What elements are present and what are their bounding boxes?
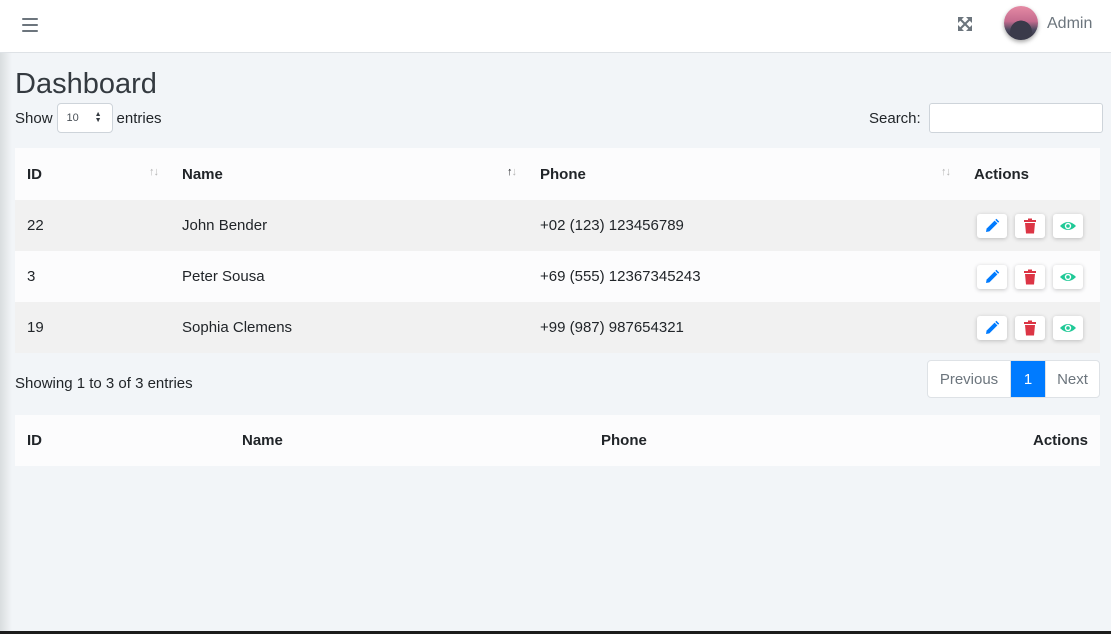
pencil-icon — [986, 269, 1000, 283]
cell-name: Peter Sousa — [182, 268, 265, 285]
sort-icon[interactable]: ↑↓ — [941, 166, 951, 178]
column-header-label: ID — [27, 165, 42, 183]
entries-label: entries — [116, 109, 162, 127]
column-header-label: Phone — [540, 165, 586, 183]
page-1-button[interactable]: 1 — [1011, 361, 1045, 397]
delete-button[interactable] — [1015, 264, 1045, 289]
edit-button[interactable] — [977, 264, 1007, 289]
edit-button[interactable] — [977, 315, 1007, 340]
column-header-id[interactable]: ID ↑↓ — [15, 148, 170, 200]
search-label: Search: — [869, 109, 921, 127]
view-button[interactable] — [1053, 264, 1083, 289]
edit-button[interactable] — [977, 213, 1007, 238]
show-label: Show — [15, 109, 53, 127]
column-header-label: Actions — [974, 165, 1030, 183]
view-button[interactable] — [1053, 213, 1083, 238]
sort-ascending-icon[interactable]: ↑↓ — [507, 166, 517, 178]
column-header-actions: Actions — [962, 148, 1100, 200]
select-arrows-icon: ▲ ▼ — [94, 111, 102, 124]
trash-icon — [1024, 218, 1036, 233]
table-row: 22 John Bender +02 (123) 123456789 — [15, 200, 1100, 251]
sidebar-shadow — [0, 53, 12, 634]
pencil-icon — [986, 320, 1000, 334]
expand-arrows-icon[interactable] — [956, 15, 974, 33]
cell-phone: +69 (555) 12367345243 — [540, 268, 701, 285]
secondary-table-header: ID Name Phone Actions — [15, 415, 1100, 466]
column-header-name[interactable]: Name ↑↓ — [170, 148, 528, 200]
column-header-phone[interactable]: Phone ↑↓ — [528, 148, 962, 200]
delete-button[interactable] — [1015, 213, 1045, 238]
table-info: Showing 1 to 3 of 3 entries — [15, 375, 193, 392]
entries-select-value: 10 — [66, 112, 79, 124]
column-header-phone: Phone — [601, 432, 647, 449]
eye-icon — [1060, 221, 1076, 230]
cell-id: 19 — [27, 319, 44, 336]
table-header-row: ID ↑↓ Name ↑↓ Phone ↑↓ Actions — [15, 148, 1100, 200]
column-header-actions: Actions — [1032, 432, 1088, 449]
next-page-button[interactable]: Next — [1045, 361, 1099, 397]
cell-actions — [962, 251, 1100, 302]
avatar[interactable] — [1004, 6, 1038, 40]
column-header-name: Name — [242, 432, 283, 449]
cell-name: John Bender — [182, 217, 268, 234]
cell-id: 3 — [27, 268, 36, 285]
trash-icon — [1024, 269, 1036, 284]
trash-icon — [1024, 320, 1036, 335]
column-header-label: Name — [182, 165, 223, 183]
sort-icon[interactable]: ↑↓ — [149, 166, 159, 178]
pencil-icon — [986, 218, 1000, 232]
cell-actions — [962, 200, 1100, 251]
previous-page-button[interactable]: Previous — [928, 361, 1011, 397]
eye-icon — [1060, 323, 1076, 332]
column-header-id: ID — [27, 432, 42, 449]
cell-actions — [962, 302, 1100, 353]
page-title: Dashboard — [15, 68, 157, 100]
delete-button[interactable] — [1015, 315, 1045, 340]
top-navbar: Admin — [0, 0, 1111, 53]
hamburger-icon[interactable] — [21, 16, 39, 34]
table-row: 19 Sophia Clemens +99 (987) 987654321 — [15, 302, 1100, 353]
cell-phone: +02 (123) 123456789 — [540, 217, 684, 234]
entries-select[interactable]: 10 ▲ ▼ — [56, 103, 113, 133]
eye-icon — [1060, 272, 1076, 281]
cell-id: 22 — [27, 217, 44, 234]
search-input[interactable] — [928, 103, 1103, 133]
entries-length-control: Show 10 ▲ ▼ entries — [15, 103, 162, 133]
data-table: ID ↑↓ Name ↑↓ Phone ↑↓ Actions 22 John B… — [15, 148, 1100, 353]
user-name[interactable]: Admin — [1047, 15, 1092, 33]
cell-phone: +99 (987) 987654321 — [540, 319, 684, 336]
pagination: Previous 1 Next — [927, 360, 1100, 398]
table-row: 3 Peter Sousa +69 (555) 12367345243 — [15, 251, 1100, 302]
search-control: Search: — [869, 103, 1103, 133]
view-button[interactable] — [1053, 315, 1083, 340]
cell-name: Sophia Clemens — [182, 319, 293, 336]
